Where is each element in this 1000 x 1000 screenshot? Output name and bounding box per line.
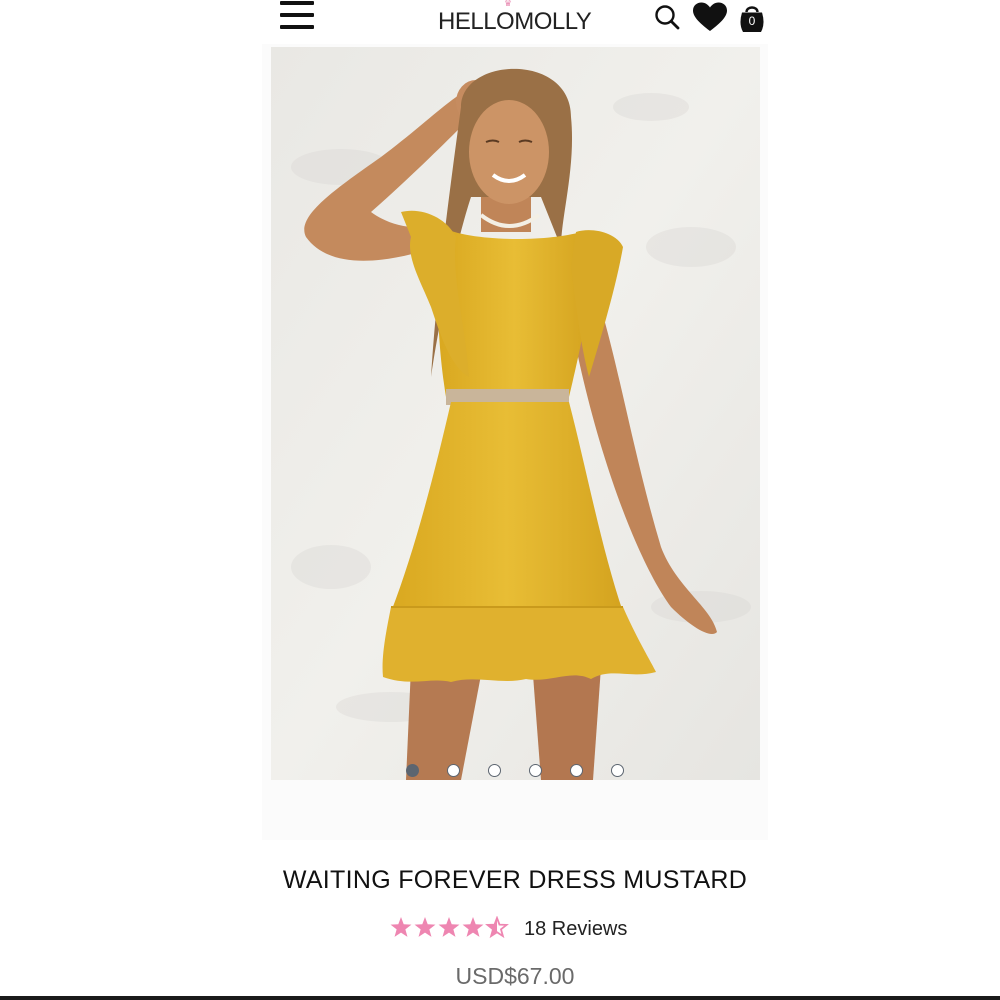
star-icon xyxy=(414,917,436,937)
gallery-dot-1[interactable] xyxy=(406,764,419,777)
gallery-dot-4[interactable] xyxy=(529,764,542,777)
gallery-dot-6[interactable] xyxy=(611,764,624,777)
logo-text: HELLOMOLLY xyxy=(438,8,592,35)
cart-count: 0 xyxy=(748,14,756,28)
product-price: USD$67.00 xyxy=(455,963,575,989)
star-icon xyxy=(390,917,412,937)
product-title: WAITING FOREVER DRESS MUSTARD xyxy=(282,866,748,894)
star-icon xyxy=(485,916,509,939)
product-rating: 18 Reviews xyxy=(390,914,630,944)
rating-stars xyxy=(390,916,509,939)
gallery-dot-3[interactable] xyxy=(488,764,501,777)
gallery-dot-2[interactable] xyxy=(447,764,460,777)
site-header: ♛ HELLOMOLLY 0 xyxy=(262,0,768,45)
star-icon xyxy=(462,917,484,937)
gallery-pagination xyxy=(271,764,760,780)
product-page: ♛ HELLOMOLLY 0 WAITING FOREVER DRESS MUS… xyxy=(0,0,1000,1000)
product-photo[interactable] xyxy=(271,47,760,780)
site-logo[interactable]: ♛ HELLOMOLLY xyxy=(438,0,606,35)
heart-icon[interactable] xyxy=(692,2,727,34)
bottom-divider xyxy=(0,996,1000,1000)
hamburger-menu-icon[interactable] xyxy=(280,1,316,31)
gallery-dot-5[interactable] xyxy=(570,764,583,777)
star-icon xyxy=(438,917,460,937)
reviews-link[interactable]: 18 Reviews xyxy=(524,918,627,941)
product-gallery xyxy=(262,44,768,840)
shopping-bag-icon[interactable]: 0 xyxy=(736,2,768,34)
search-icon[interactable] xyxy=(652,2,684,34)
